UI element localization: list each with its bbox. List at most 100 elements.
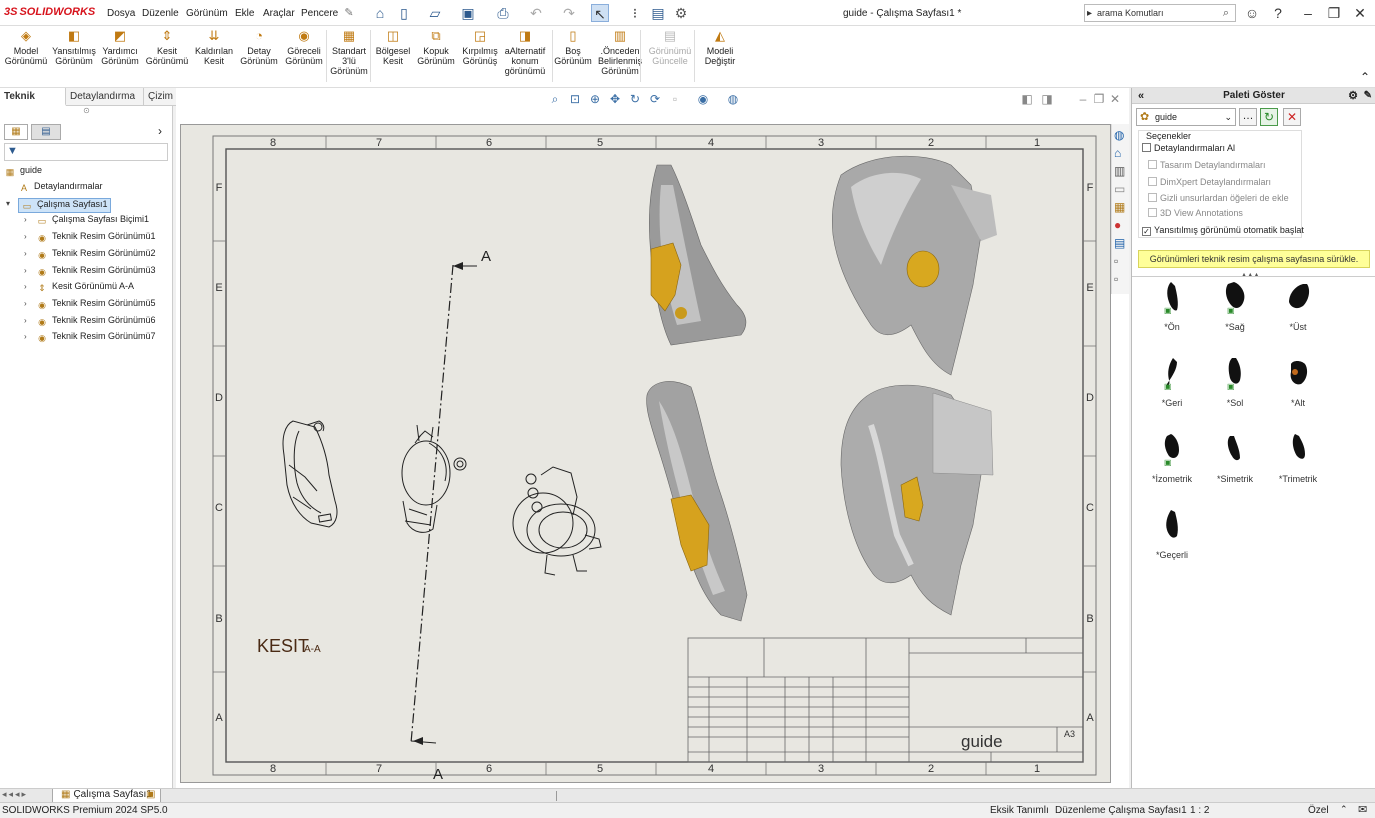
units-chevron-icon[interactable]: ⌃ — [1340, 804, 1348, 815]
window-tile-left-icon[interactable]: ◧ — [1018, 90, 1036, 108]
menu-window[interactable]: Pencere — [301, 8, 338, 19]
ribbon-model-view-button[interactable]: ◈ Model Görünümü — [4, 28, 48, 86]
status-scale[interactable]: 1 : 2 — [1190, 805, 1209, 816]
palette-view-item[interactable]: ▣ *Sağ — [1205, 280, 1265, 332]
tree-expander-icon[interactable]: › — [24, 332, 27, 341]
collapse-double-chevron-icon[interactable]: « — [1138, 88, 1144, 104]
home-pane-icon[interactable]: ⌂ — [1114, 146, 1121, 160]
view-close-icon[interactable]: ✕ — [1106, 90, 1124, 108]
file-explorer-icon[interactable]: ▭ — [1114, 182, 1125, 196]
palette-option-checkbox[interactable]: Detaylandırmaları Al — [1142, 143, 1235, 153]
menu-edit[interactable]: Düzenle — [142, 8, 179, 19]
close-icon[interactable]: ✕ — [1350, 4, 1370, 22]
menu-file[interactable]: Dosya — [107, 8, 135, 19]
panel-grip[interactable]: ⊙ — [0, 106, 173, 118]
splitter-grip[interactable]: ▴ ▴ ▴ — [1242, 270, 1259, 279]
tree-item[interactable]: ◉ Teknik Resim Görünümü5 — [36, 298, 155, 311]
tree-filter-input[interactable]: ▼ — [4, 143, 168, 161]
appearances-icon[interactable]: ● — [1114, 218, 1121, 232]
palette-view-item[interactable]: *Alt — [1268, 356, 1328, 408]
clear-all-icon[interactable]: ✕ — [1283, 108, 1301, 126]
tree-expander-icon[interactable]: › — [24, 299, 27, 308]
new-document-icon[interactable]: ▯ — [395, 4, 413, 22]
traffic-light-icon[interactable]: ⁝ — [626, 4, 644, 22]
tab-1[interactable]: Teknik Resim — [0, 88, 66, 120]
ribbon-broken-out-section-button[interactable]: ◫ Bölgesel Kesit — [374, 28, 412, 86]
tree-item[interactable]: ⇕ Kesit Görünümü A-A — [36, 281, 134, 294]
palette-view-item[interactable]: *Geçerli — [1142, 508, 1202, 560]
ribbon-crop-view-button[interactable]: ◲ Kırpılmış Görünüş — [458, 28, 502, 86]
print-icon[interactable]: ⎙ — [494, 4, 512, 22]
zoom-in-out-icon[interactable]: ⊕ — [586, 90, 604, 108]
tree-item[interactable]: ▭ Çalışma Sayfası1 — [18, 197, 111, 213]
search-commands-input[interactable]: ▸ arama Komutları ⌕ — [1084, 4, 1236, 22]
tree-expander-icon[interactable]: ▾ — [6, 199, 10, 208]
tree-item[interactable]: ◉ Teknik Resim Görünümü2 — [36, 248, 155, 261]
rotate-icon[interactable]: ↻ — [626, 90, 644, 108]
tree-expander-icon[interactable]: › — [24, 232, 27, 241]
minimize-icon[interactable]: – — [1298, 4, 1318, 22]
ribbon-alternate-position-button[interactable]: ◨ aAlternatif konum görünümü — [500, 28, 550, 86]
add-sheet-icon[interactable]: ▣ — [146, 789, 155, 800]
view-palette-tab-icon[interactable]: ▦ — [1114, 200, 1125, 214]
ribbon-update-view-button[interactable]: ▤ Görünümü Güncelle — [646, 28, 694, 86]
zoom-to-area-icon[interactable]: ⊡ — [566, 90, 584, 108]
ribbon-detail-view-button[interactable]: ◔ Detay Görünüm — [238, 28, 280, 86]
help-icon[interactable]: ? — [1268, 4, 1288, 22]
ribbon-relative-view-button[interactable]: ◉ Göreceli Görünüm — [282, 28, 326, 86]
sheet-nav-arrows-icon[interactable]: ◂◂◂▸ — [2, 789, 28, 800]
chevron-right-icon[interactable]: › — [158, 124, 162, 138]
tree-item[interactable]: ◉ Teknik Resim Görünümü3 — [36, 265, 155, 278]
redraw-icon[interactable]: ⟳ — [646, 90, 664, 108]
status-units[interactable]: Özel — [1308, 805, 1329, 816]
ribbon-standard-3-view-button[interactable]: ▦ Standart 3'lü Görünüm — [328, 28, 370, 86]
palette-view-item[interactable]: ▣ *Ön — [1142, 280, 1202, 332]
solidworks-resources-icon[interactable]: ◍ — [1114, 128, 1124, 142]
palette-document-select[interactable]: ✿ guide ⌄ — [1136, 108, 1236, 126]
design-library-icon[interactable]: ▥ — [1114, 164, 1125, 178]
search-icon[interactable]: ⌕ — [1223, 5, 1229, 21]
menu-view[interactable]: Görünüm — [186, 8, 228, 19]
palette-pin-icon[interactable]: ✎ — [1364, 88, 1372, 104]
restore-icon[interactable]: ❐ — [1324, 4, 1344, 22]
ribbon-removed-section-button[interactable]: ⇊ Kaldırılan Kesit — [190, 28, 238, 86]
browse-button[interactable]: … — [1239, 108, 1257, 126]
pane-tab-icon-8[interactable]: ▫ — [1114, 254, 1118, 268]
pin-icon[interactable]: ✎ — [340, 4, 358, 22]
ribbon-auxiliary-view-button[interactable]: ◩ Yardımcı Görünüm — [98, 28, 142, 86]
save-icon[interactable]: ▣ — [459, 4, 477, 22]
pan-icon[interactable]: ✥ — [606, 90, 624, 108]
ribbon-empty-view-button[interactable]: ▯ Boş Görünüm — [554, 28, 592, 86]
account-icon[interactable]: ☺ — [1242, 4, 1262, 22]
tree-item[interactable]: ◉ Teknik Resim Görünümü6 — [36, 315, 155, 328]
select-arrow-icon[interactable]: ↖ — [591, 4, 609, 22]
palette-view-item[interactable]: ▣ *Geri — [1142, 356, 1202, 408]
tree-expander-icon[interactable]: › — [24, 316, 27, 325]
palette-view-item[interactable]: *Üst — [1268, 280, 1328, 332]
refresh-icon[interactable]: ↻ — [1260, 108, 1278, 126]
palette-view-item[interactable]: *Simetrik — [1205, 432, 1265, 484]
ribbon-replace-model-button[interactable]: ◭ Modeli Değiştir — [700, 28, 740, 86]
hide-show-items-icon[interactable]: ◉ — [694, 90, 712, 108]
tree-expander-icon[interactable]: › — [24, 282, 27, 291]
tree-expander-icon[interactable]: › — [24, 266, 27, 275]
window-tile-right-icon[interactable]: ◨ — [1038, 90, 1056, 108]
zoom-to-fit-icon[interactable]: ⌕ — [546, 90, 564, 108]
ribbon-break-view-button[interactable]: ⧉ Kopuk Görünüm — [414, 28, 458, 86]
tree-item[interactable]: ◉ Teknik Resim Görünümü7 — [36, 331, 155, 344]
property-manager-tab-icon[interactable]: ▤ — [31, 124, 61, 140]
horizontal-scrollbar[interactable] — [556, 791, 1126, 801]
palette-option-checkbox[interactable]: ✓ Yansıtılmış görünümü otomatik başlat — [1142, 225, 1304, 236]
palette-view-item[interactable]: *Trimetrik — [1268, 432, 1328, 484]
view-orientation-icon[interactable]: ▫ — [666, 90, 684, 108]
collapse-ribbon-icon[interactable]: ⌃ — [1360, 70, 1370, 84]
open-icon[interactable]: ▱ — [426, 4, 444, 22]
feature-tree-tab-icon[interactable]: ▦ — [4, 124, 28, 140]
ribbon-section-view-button[interactable]: ⇕ Kesit Görünümü — [144, 28, 190, 86]
ribbon-projected-view-button[interactable]: ◧ Yansıtılmış Görünüm — [50, 28, 98, 86]
sheet-tab-1[interactable]: ▦ Çalışma Sayfası1 — [52, 789, 161, 803]
tab-2[interactable]: Detaylandırma — [66, 88, 144, 106]
tree-expander-icon[interactable]: › — [24, 215, 27, 224]
ribbon-predefined-view-button[interactable]: ▥ .Önceden Belirlenmiş Görünüm — [594, 28, 646, 86]
solidworks-logo[interactable]: 3S SOLIDWORKS — [4, 6, 95, 18]
